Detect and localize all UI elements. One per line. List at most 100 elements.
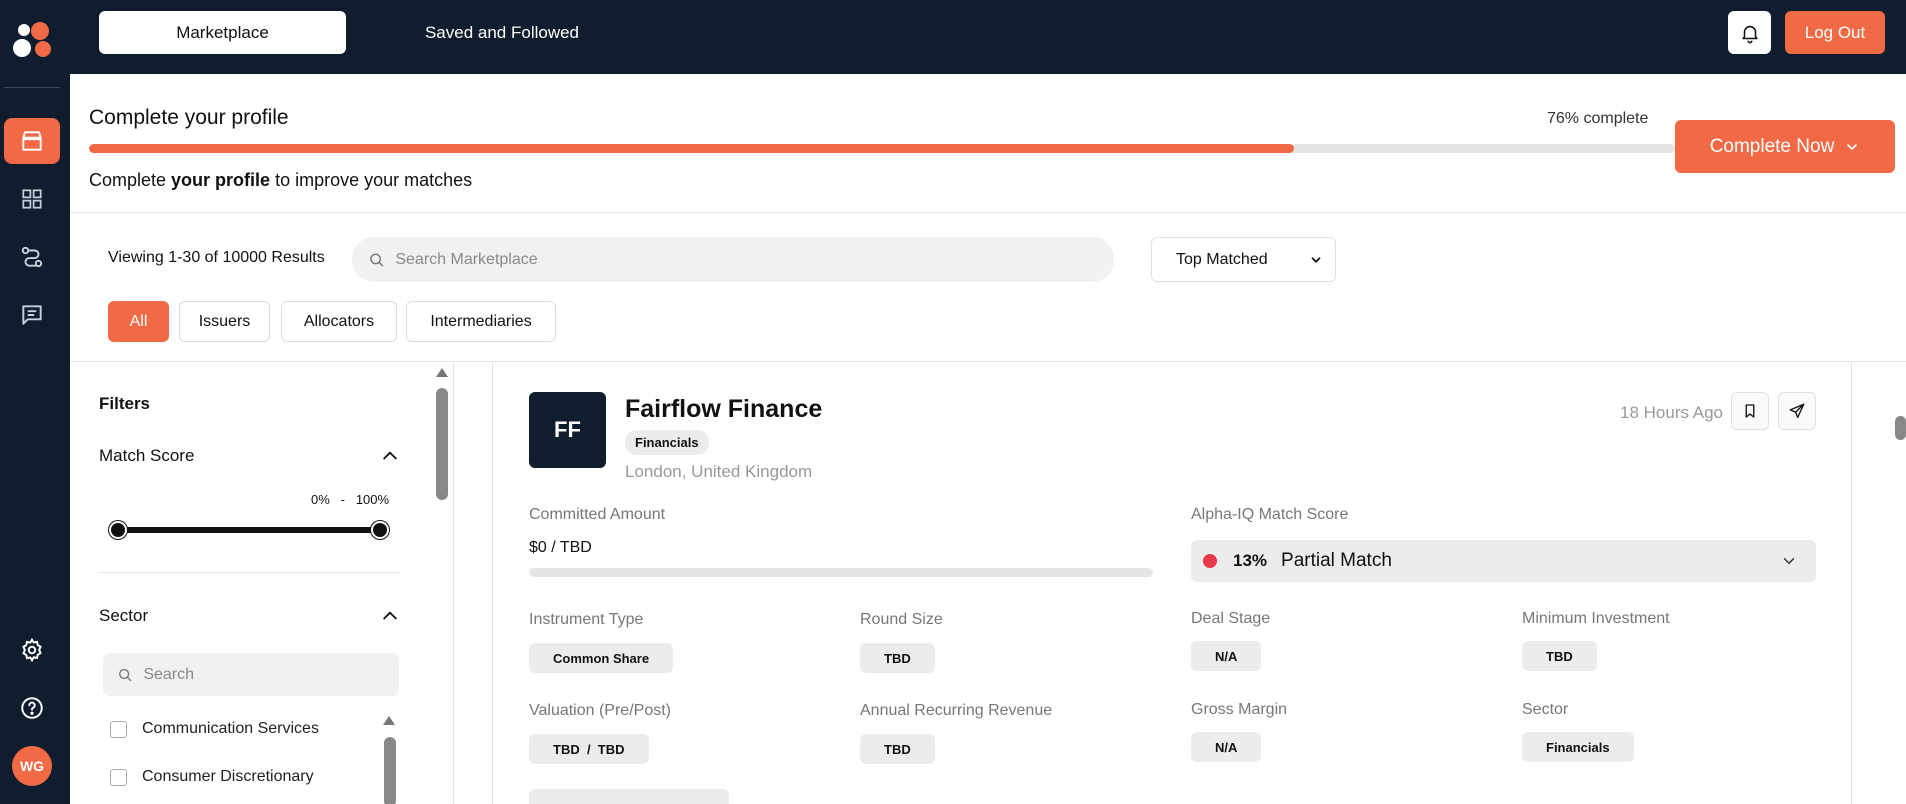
gear-icon [22,637,42,663]
slider-max-handle[interactable] [371,521,389,539]
match-score-slider[interactable] [118,527,380,533]
route-icon [21,246,43,268]
match-score-sep: - [340,492,345,507]
sector-option-label: Communication Services [142,720,319,737]
arr-value: TBD [860,734,935,764]
slider-min-handle[interactable] [109,521,127,539]
app-logo-icon[interactable] [10,18,54,62]
valuation-label: Valuation (Pre/Post) [529,702,671,719]
card-list-border [1851,362,1852,804]
gross-margin-value: N/A [1191,732,1262,762]
profile-subtitle-post: to improve your matches [270,170,473,190]
filters-border [453,362,454,804]
chip-intermediaries[interactable]: Intermediaries [406,301,556,342]
marketplace-search[interactable] [352,237,1114,282]
round-size-value: TBD [860,643,935,673]
filters-scrollbar-thumb[interactable] [436,388,448,500]
bell-icon [1741,25,1758,43]
send-icon [1789,403,1805,419]
sector-title: Sector [99,606,149,625]
complete-now-button[interactable]: Complete Now [1675,120,1895,173]
deal-stage-value: N/A [1191,641,1262,671]
match-status-dot [1203,554,1217,568]
minimum-investment-label: Minimum Investment [1522,610,1670,627]
settings-nav-button[interactable] [4,627,60,673]
profile-title: Complete your profile [89,106,289,129]
results-scrollbar-thumb[interactable] [1895,416,1906,440]
chevron-up-icon[interactable] [380,606,400,626]
complete-now-label: Complete Now [1709,135,1835,157]
match-score-range-label: 0% - 100% [311,492,389,507]
company-logo: FF [529,392,606,468]
sector-option-label: Consumer Discretionary [142,768,314,785]
tab-saved-and-followed[interactable]: Saved and Followed [402,11,602,54]
round-size-label: Round Size [860,611,943,628]
results-count: Viewing 1-30 of 10000 Results [108,249,325,266]
card-list-border [492,362,493,804]
profile-subtitle-bold: your profile [171,170,271,190]
profile-progress-bar [89,144,1675,153]
sector-search[interactable] [103,653,399,696]
top-bar: Marketplace Saved and Followed Log Out [70,0,1906,74]
sort-select[interactable]: Top Matched [1151,237,1336,282]
messages-nav-button[interactable] [4,292,60,338]
sort-selected-value: Top Matched [1176,250,1268,268]
marketplace-search-input[interactable] [395,250,1114,269]
chevron-down-icon [1783,558,1795,565]
valuation-value: TBD / TBD [529,734,649,764]
search-icon [119,668,132,681]
profile-subtitle: Complete your profile to improve your ma… [89,170,472,191]
minimum-investment-value: TBD [1522,641,1597,671]
profile-completion-banner: Complete your profile 76% complete Compl… [70,74,1906,213]
chip-all[interactable]: All [108,301,169,342]
help-nav-button[interactable] [4,685,60,731]
match-score-dropdown[interactable]: 13% Partial Match [1191,540,1816,582]
marketplace-nav-button[interactable] [4,118,60,164]
user-avatar[interactable]: WG [12,746,52,786]
chip-issuers[interactable]: Issuers [179,301,270,342]
rail-divider [4,87,60,88]
profile-subtitle-pre: Complete [89,170,172,190]
send-button[interactable] [1778,392,1816,430]
instrument-type-label: Instrument Type [529,611,644,628]
chevron-down-icon [1847,143,1858,150]
sector-scroll-up-arrow[interactable] [383,716,395,725]
profile-percent-label: 76% complete [1547,110,1649,127]
notifications-button[interactable] [1728,11,1771,54]
sector-checkbox[interactable] [110,769,127,786]
match-score-status: Partial Match [1281,550,1392,571]
posted-time: 18 Hours Ago [1620,403,1724,422]
filters-title: Filters [99,394,151,413]
company-sector-tag: Financials [625,430,709,455]
profile-progress-fill [89,144,1295,153]
tab-marketplace[interactable]: Marketplace [99,11,346,54]
search-icon [370,252,384,267]
bookmark-button[interactable] [1731,392,1769,430]
logout-button[interactable]: Log Out [1785,11,1885,54]
chevron-down-icon [1311,256,1321,263]
card-footer-button[interactable] [529,789,729,804]
match-score-max: 100% [355,492,390,507]
sector-field-value: Financials [1522,732,1634,762]
match-score-label: Alpha-IQ Match Score [1191,506,1349,523]
arr-label: Annual Recurring Revenue [860,702,1053,719]
sector-scrollbar-thumb[interactable] [384,737,396,804]
filters-scroll-up-arrow[interactable] [436,368,448,377]
chevron-up-icon[interactable] [380,446,400,466]
help-icon [21,697,43,719]
sector-search-input[interactable] [143,665,399,684]
dashboard-nav-button[interactable] [4,176,60,222]
store-icon [22,131,42,151]
company-name[interactable]: Fairflow Finance [625,395,822,424]
company-location: London, United Kingdom [625,462,813,481]
filters-panel: Filters Match Score 0% - 100% Sector Com… [70,362,450,804]
chip-allocators[interactable]: Allocators [281,301,397,342]
filters-divider [99,572,401,573]
sector-checkbox[interactable] [110,721,127,738]
bookmark-icon [1745,404,1755,418]
match-score-percent: 13% [1233,551,1268,570]
committed-amount-value: $0 / TBD [529,539,592,556]
gross-margin-label: Gross Margin [1191,701,1288,718]
message-icon [22,305,42,325]
deals-nav-button[interactable] [4,234,60,280]
